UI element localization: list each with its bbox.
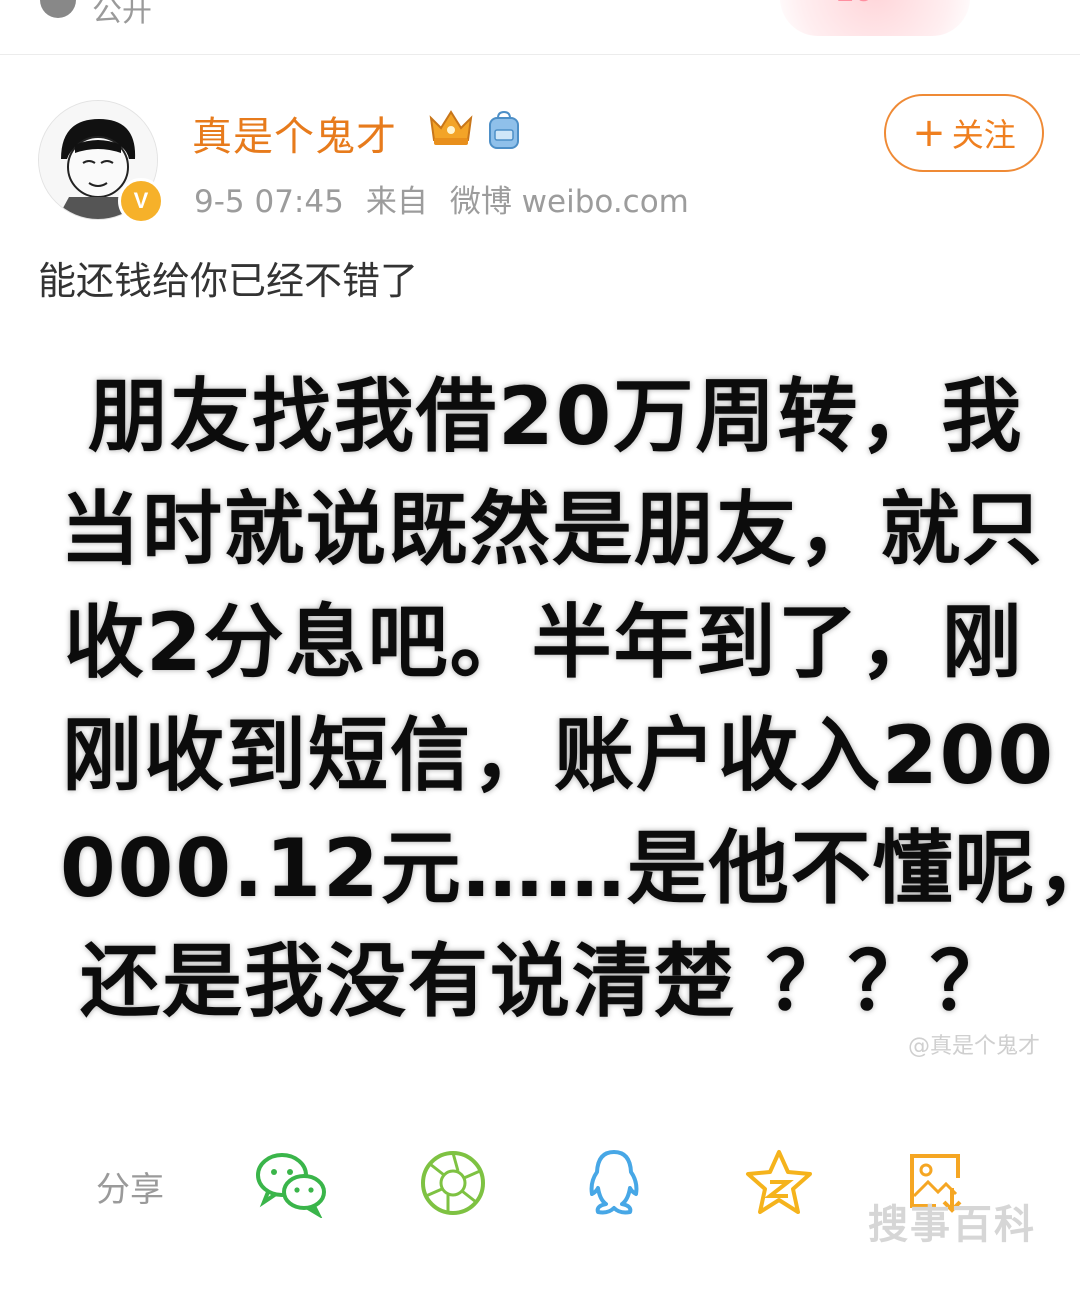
image-text-line: 刚收到短信，账户收入200 [62, 709, 1055, 802]
post-image[interactable]: 朋友找我借20万周转，我 当时就说既然是朋友，就只 收2分息吧。半年到了，刚 刚… [54, 360, 1080, 1060]
image-watermark: @真是个鬼才 [907, 1034, 1040, 1059]
image-text-block: 朋友找我借20万周转，我 当时就说既然是朋友，就只 收2分息吧。半年到了，刚 刚… [54, 360, 1080, 1038]
qzone-icon[interactable] [744, 1148, 814, 1218]
globe-icon [40, 0, 76, 18]
top-strip: 公开 20 [0, 0, 1080, 55]
image-text-line: 当时就说既然是朋友，就只 [60, 483, 1044, 576]
moments-icon[interactable] [418, 1148, 488, 1218]
source-prefix: 来自 [365, 184, 428, 220]
decor-badge: 20 [780, 0, 970, 36]
image-text-line: 朋友找我借20万周转，我 [88, 370, 1024, 463]
wechat-icon[interactable] [254, 1148, 330, 1218]
verified-badge-icon: V [118, 178, 164, 224]
visibility-label: 公开 [92, 0, 152, 29]
image-text-line: 000.12元……是他不懂呢， [60, 822, 1080, 915]
decor-badge-text: 20 [838, 0, 874, 8]
plus-icon: + [912, 110, 946, 156]
post-meta: 9-5 07:45 来自 微博 weibo.com [194, 176, 711, 221]
verified-badge-letter: V [133, 188, 149, 213]
post-text: 能还钱给你已经不错了 [38, 259, 419, 303]
username[interactable]: 真是个鬼才 [192, 104, 397, 162]
post-source[interactable]: 微博 weibo.com [450, 184, 689, 220]
image-text-line: 收2分息吧。半年到了，刚 [64, 596, 1024, 689]
follow-button[interactable]: + 关注 [884, 94, 1044, 172]
qq-icon[interactable] [582, 1148, 646, 1218]
site-watermark: 搜事百科 [868, 1202, 1036, 1248]
post-time: 9-5 07:45 [194, 184, 344, 220]
backpack-icon[interactable] [486, 110, 522, 150]
share-label: 分享 [96, 1170, 164, 1210]
image-text-line: 还是我没有说清楚 ？？？ [80, 935, 1012, 1028]
crown-member-icon[interactable] [428, 108, 474, 148]
follow-label: 关注 [951, 116, 1016, 154]
